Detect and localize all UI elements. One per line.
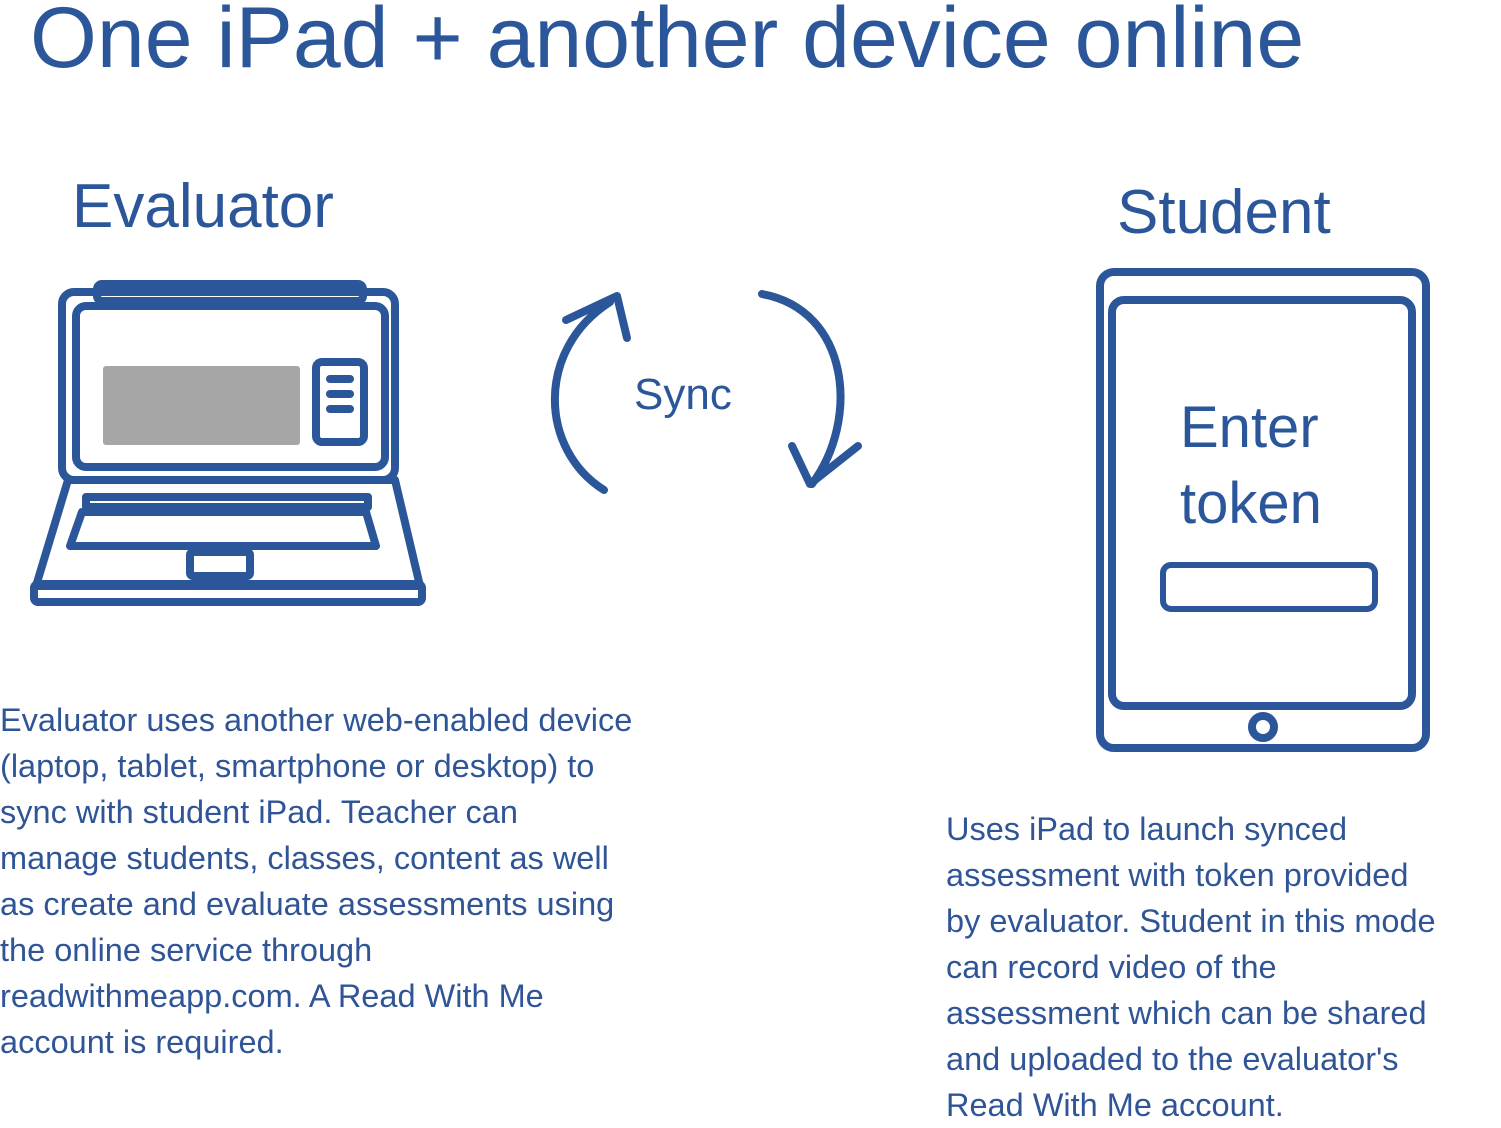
evaluator-description-line: readwithmeapp.com. A Read With Me	[0, 978, 544, 1014]
student-description-line: Uses iPad to launch synced	[946, 811, 1348, 847]
student-description-line: assessment with token provided	[946, 857, 1409, 893]
evaluator-description-line: sync with student iPad. Teacher can	[0, 794, 518, 830]
student-description: Uses iPad to launch synced assessment wi…	[946, 806, 1501, 1128]
student-description-line: can record video of the	[946, 949, 1277, 985]
token-input-field[interactable]	[1160, 562, 1380, 614]
student-description-line: Read With Me account.	[946, 1087, 1284, 1123]
evaluator-description: Evaluator uses another web-enabled devic…	[0, 697, 730, 1065]
evaluator-description-line: account is required.	[0, 1024, 284, 1060]
student-description-line: by evaluator. Student in this mode	[946, 903, 1436, 939]
evaluator-description-line: (laptop, tablet, smartphone or desktop) …	[0, 748, 595, 784]
evaluator-description-line: as create and evaluate assessments using	[0, 886, 615, 922]
evaluator-description-line: manage students, classes, content as wel…	[0, 840, 609, 876]
evaluator-description-line: Evaluator uses another web-enabled devic…	[0, 702, 633, 738]
evaluator-description-line: the online service through	[0, 932, 373, 968]
student-description-line: assessment which can be shared	[946, 995, 1427, 1031]
student-description-line: and uploaded to the evaluator's	[946, 1041, 1399, 1077]
token-prompt-line-2: token	[1180, 471, 1322, 536]
token-prompt: Enter token	[1180, 390, 1322, 542]
token-prompt-line-1: Enter	[1180, 395, 1319, 460]
